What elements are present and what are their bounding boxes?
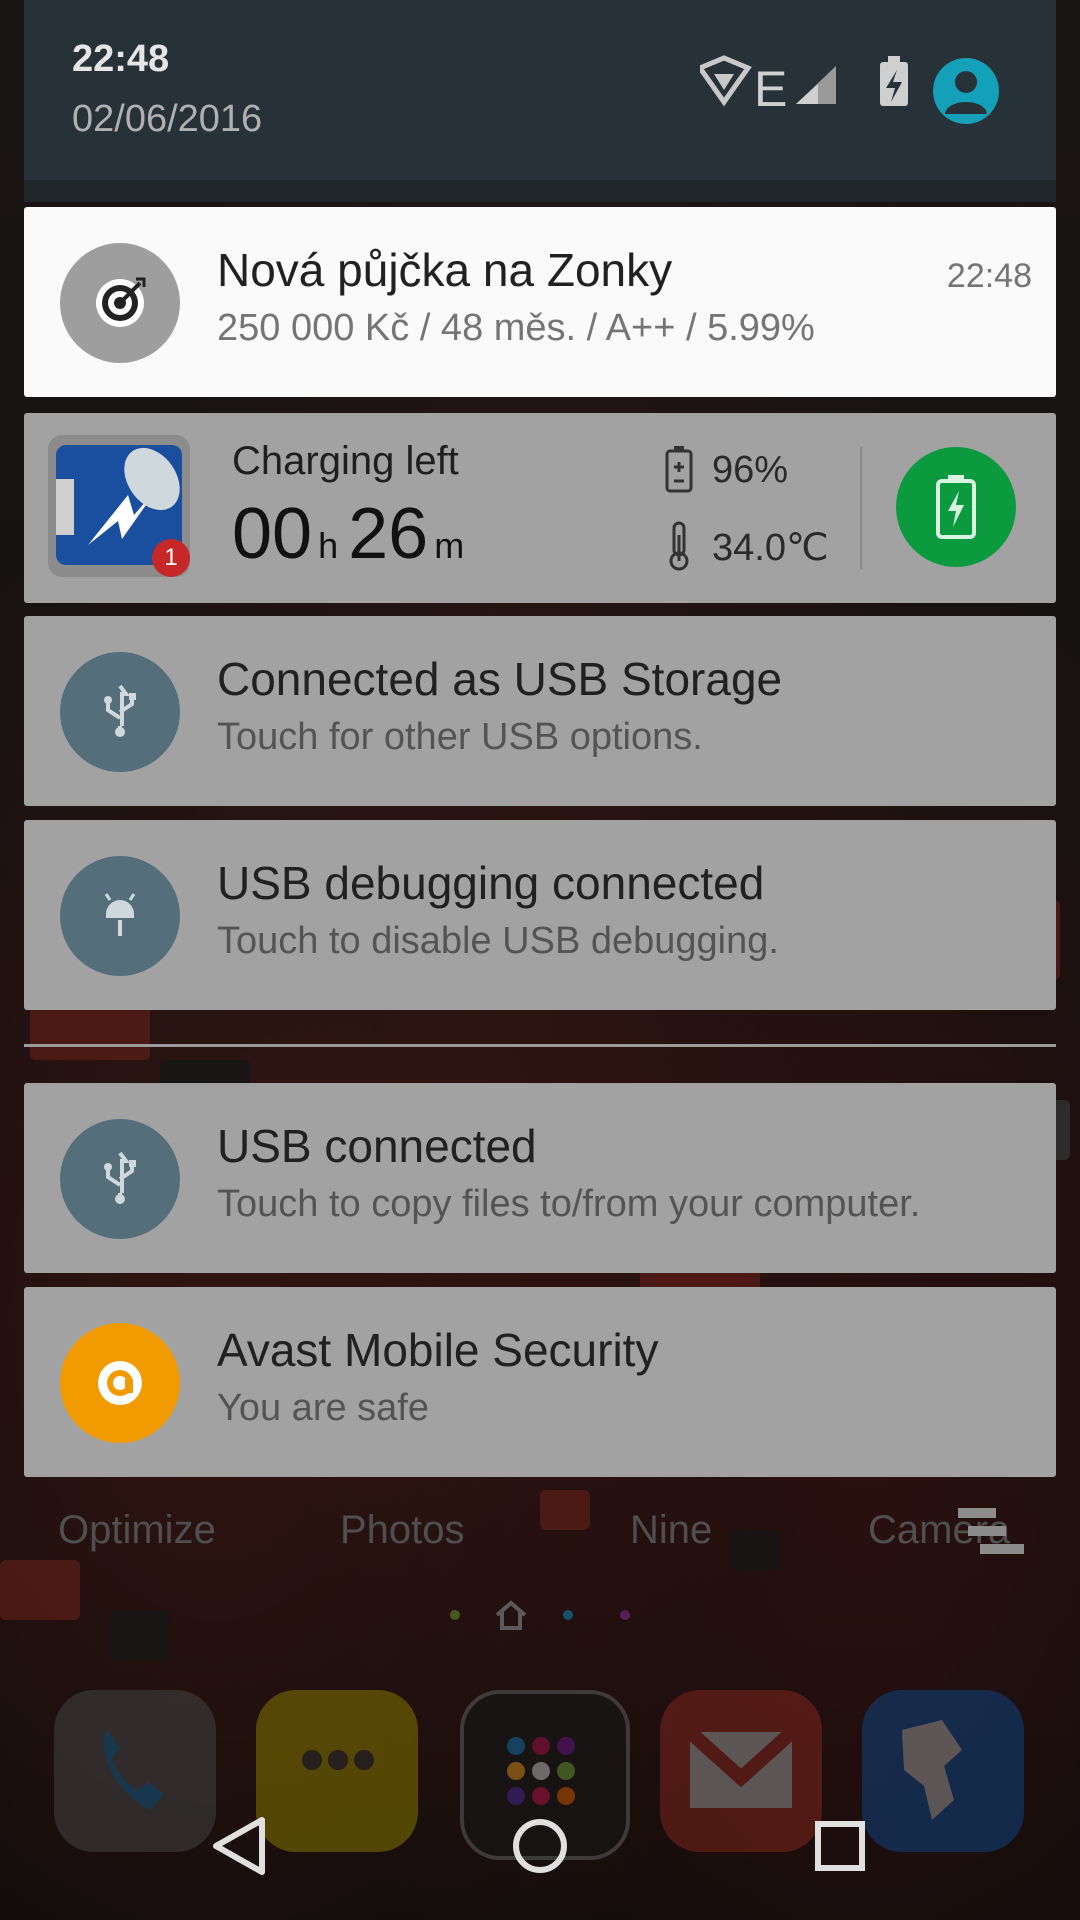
usb-icon: [60, 1119, 180, 1239]
notification-text: Touch to disable USB debugging.: [217, 920, 779, 962]
divider: [860, 447, 862, 569]
charging-minutes: 26: [348, 494, 429, 574]
notification-time: 22:48: [946, 257, 1032, 295]
notification-title: Connected as USB Storage: [217, 653, 783, 705]
user-avatar-icon[interactable]: [933, 58, 999, 124]
battery-temperature: 34.0℃: [712, 527, 829, 569]
date: 02/06/2016: [72, 98, 263, 140]
charging-hours: 00: [232, 494, 313, 574]
avast-icon: [60, 1323, 180, 1443]
android-debug-icon: [60, 856, 180, 976]
status-header: 22:48 02/06/2016 E: [24, 0, 1056, 180]
status-icons: E: [700, 52, 1000, 124]
home-icon[interactable]: [500, 1806, 580, 1886]
notification-usb-connected[interactable]: USB connected Touch to copy files to/fro…: [24, 1083, 1056, 1273]
charging-hours-unit: h: [318, 525, 339, 566]
wifi-icon: [700, 55, 752, 107]
notification-text: 250 000 Kč / 48 měs. / A++ / 5.99%: [217, 307, 815, 349]
charging-boost-button[interactable]: [896, 447, 1016, 567]
battery-charging-icon: [880, 56, 908, 106]
notification-usb-debugging[interactable]: USB debugging connected Touch to disable…: [24, 820, 1056, 1010]
status-strip: [24, 180, 1056, 202]
target-icon: [60, 243, 180, 363]
battery-percent: 96%: [712, 449, 789, 491]
network-type: E: [754, 61, 788, 117]
usb-icon: [60, 652, 180, 772]
section-divider: [24, 1044, 1056, 1047]
notification-title: USB debugging connected: [217, 857, 765, 909]
charging-time-left: 00 h 26 m: [232, 493, 474, 575]
notification-text: You are safe: [217, 1387, 429, 1429]
notification-charging[interactable]: 1 Charging left 00 h 26 m 96% 34.0℃: [24, 413, 1056, 603]
battery-bolt-icon: [936, 475, 976, 539]
notification-title: USB connected: [217, 1120, 537, 1172]
back-icon[interactable]: [200, 1806, 280, 1886]
notification-text: Touch for other USB options.: [217, 716, 703, 758]
badge-count: 1: [152, 539, 190, 577]
battery-level-icon: [664, 445, 694, 498]
notification-title: Nová půjčka na Zonky: [217, 244, 673, 296]
battery-app-icon: 1: [48, 435, 190, 577]
notification-title: Avast Mobile Security: [217, 1324, 659, 1376]
charging-minutes-unit: m: [434, 525, 465, 566]
recents-icon[interactable]: [800, 1806, 880, 1886]
signal-icon: [796, 66, 836, 104]
notification-zonky[interactable]: Nová půjčka na Zonky 250 000 Kč / 48 měs…: [24, 207, 1056, 397]
navigation-bar: [0, 1776, 1080, 1920]
notification-text: Touch to copy files to/from your compute…: [217, 1183, 921, 1225]
charging-label: Charging left: [232, 439, 459, 483]
notification-usb-storage[interactable]: Connected as USB Storage Touch for other…: [24, 616, 1056, 806]
clock: 22:48: [72, 38, 170, 80]
thermometer-icon: [664, 521, 694, 576]
notification-avast[interactable]: Avast Mobile Security You are safe: [24, 1287, 1056, 1477]
